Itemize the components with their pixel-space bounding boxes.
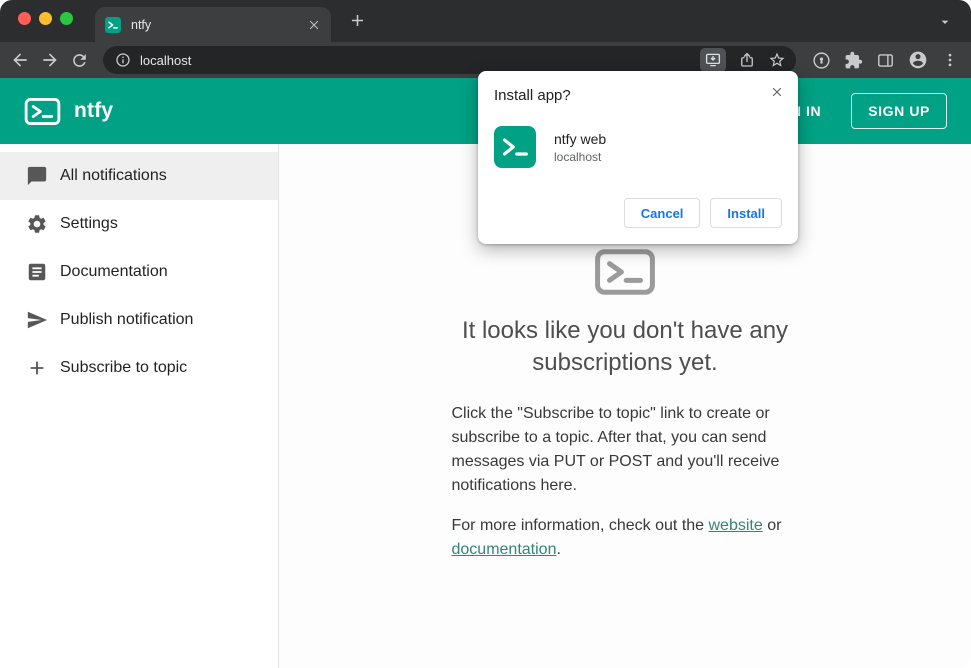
profile-avatar-button[interactable] (908, 50, 928, 70)
browser-window: ntfy localhost ntfy IN SIGN UP All notif… (0, 0, 971, 668)
tab-favicon (105, 16, 121, 33)
forward-icon (43, 53, 57, 67)
browser-tab[interactable]: ntfy (95, 7, 331, 42)
dialog-app-name: ntfy web (554, 130, 607, 147)
sidebar-item-settings[interactable]: Settings (0, 200, 278, 248)
sidebar-item-label: Subscribe to topic (60, 359, 188, 376)
dialog-app-row: ntfy web localhost (494, 126, 782, 168)
share-icon (741, 52, 753, 67)
url-text: localhost (140, 52, 192, 68)
forward-button[interactable] (40, 50, 60, 70)
site-info-icon[interactable] (115, 52, 131, 68)
install-app-icon (705, 53, 721, 67)
back-button[interactable] (10, 50, 30, 70)
sidebar-item-label: Documentation (60, 263, 168, 280)
ntfy-logo-icon (24, 97, 61, 126)
article-icon (26, 261, 48, 283)
side-panel-button[interactable] (876, 51, 895, 70)
dialog-actions: Cancel Install (494, 198, 782, 228)
plus-icon (26, 357, 48, 379)
sidebar-item-publish-notification[interactable]: Publish notification (0, 296, 278, 344)
new-tab-button[interactable] (348, 11, 367, 30)
password-manager-icon (813, 51, 830, 69)
empty-state-heading: It looks like you don't have any subscri… (461, 317, 789, 376)
reload-icon (73, 53, 86, 67)
empty-state-paragraph: Click the "Subscribe to topic" link to c… (451, 405, 780, 495)
chat-icon (26, 165, 48, 187)
dialog-app-icon (494, 126, 536, 168)
sign-up-button[interactable]: SIGN UP (851, 93, 947, 129)
address-bar[interactable]: localhost (103, 46, 796, 74)
gear-icon (26, 213, 48, 235)
sidebar: All notifications Settings Documentation… (0, 144, 279, 668)
traffic-light-close[interactable] (18, 12, 31, 25)
sidebar-item-documentation[interactable]: Documentation (0, 248, 278, 296)
side-panel-icon (878, 53, 893, 67)
reload-button[interactable] (70, 51, 89, 70)
install-app-button[interactable] (700, 48, 726, 72)
browser-menu-kebab-button[interactable] (941, 51, 959, 69)
kebab-menu-icon (948, 53, 952, 67)
tab-search-chevron-icon[interactable] (937, 14, 953, 30)
back-icon (13, 53, 27, 67)
dialog-app-origin: localhost (554, 149, 602, 164)
star-icon (769, 52, 785, 67)
bookmark-star-button[interactable] (768, 51, 786, 69)
cancel-button[interactable]: Cancel (623, 198, 701, 228)
password-manager-extension-button[interactable] (812, 51, 831, 70)
ntfy-empty-state-icon (594, 248, 656, 301)
documentation-link[interactable]: documentation (452, 541, 557, 558)
empty-state-text: Click the "Subscribe to topic" link to c… (452, 402, 799, 578)
install-app-dialog: Install app? ntfy web localhost Cancel I… (478, 71, 798, 244)
profile-avatar-icon (909, 51, 927, 69)
puzzle-icon (845, 51, 863, 68)
brand-title: ntfy (74, 99, 114, 122)
traffic-light-zoom[interactable] (60, 12, 73, 25)
tab-strip: ntfy (0, 0, 971, 42)
sidebar-item-label: Publish notification (60, 311, 194, 328)
traffic-light-minimize[interactable] (39, 12, 52, 25)
sidebar-item-all-notifications[interactable]: All notifications (0, 152, 278, 200)
dialog-title: Install app? (494, 87, 571, 104)
extensions-puzzle-button[interactable] (844, 51, 863, 70)
install-button[interactable]: Install (710, 198, 782, 228)
sidebar-item-label: Settings (60, 215, 118, 232)
traffic-lights (18, 12, 73, 25)
more-info-paragraph: For more information, check out the webs… (451, 517, 782, 559)
tab-close-icon[interactable] (307, 18, 321, 32)
sidebar-item-label: All notifications (60, 167, 167, 184)
share-button[interactable] (738, 51, 756, 69)
dialog-close-icon[interactable] (770, 85, 784, 99)
tab-title: ntfy (131, 17, 152, 32)
send-icon (26, 309, 48, 331)
website-link[interactable]: website (709, 517, 763, 534)
sidebar-item-subscribe-to-topic[interactable]: Subscribe to topic (0, 344, 278, 392)
